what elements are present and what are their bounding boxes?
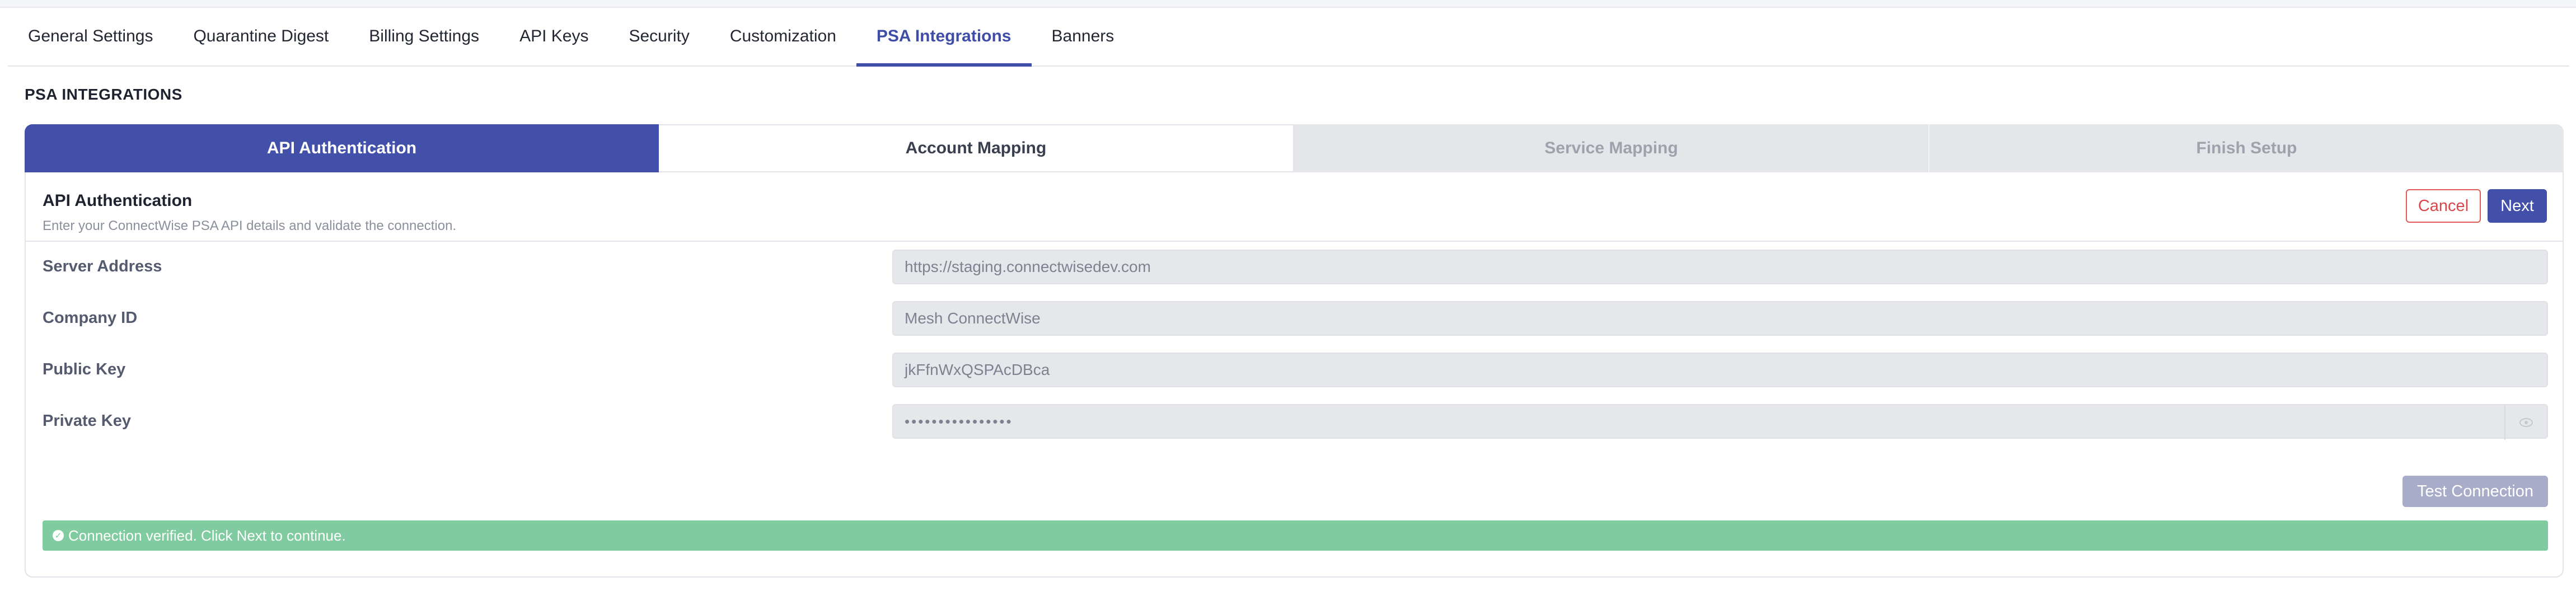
tab-security[interactable]: Security [608, 7, 709, 65]
cancel-button[interactable]: Cancel [2406, 189, 2481, 223]
tab-billing-settings[interactable]: Billing Settings [349, 7, 499, 65]
tab-quarantine-digest[interactable]: Quarantine Digest [173, 7, 349, 65]
step-finish-setup: Finish Setup [1928, 124, 2564, 172]
next-button[interactable]: Next [2488, 189, 2547, 223]
company-id-row: Company ID Mesh ConnectWise [43, 301, 2548, 336]
company-id-label: Company ID [43, 309, 138, 327]
step-account-mapping[interactable]: Account Mapping [659, 124, 1294, 172]
tab-banners[interactable]: Banners [1032, 7, 1135, 65]
status-message: Connection verified. Click Next to conti… [68, 527, 346, 544]
test-connection-button[interactable]: Test Connection [2402, 476, 2548, 507]
psa-integration-panel: API Authentication Account Mapping Servi… [25, 124, 2564, 578]
connection-status-banner: ✓ Connection verified. Click Next to con… [43, 520, 2548, 551]
settings-page: General Settings Quarantine Digest Billi… [0, 0, 2576, 610]
step-api-authentication[interactable]: API Authentication [25, 124, 659, 172]
card-title: API Authentication [43, 191, 193, 210]
private-key-value: •••••••••••••••• [905, 412, 1013, 430]
server-address-row: Server Address https://staging.connectwi… [43, 250, 2548, 284]
server-address-input[interactable]: https://staging.connectwisedev.com [892, 250, 2548, 284]
company-id-input[interactable]: Mesh ConnectWise [892, 301, 2548, 336]
card-subtitle: Enter your ConnectWise PSA API details a… [43, 218, 457, 233]
section-title: PSA INTEGRATIONS [25, 86, 182, 103]
private-key-row: Private Key •••••••••••••••• [43, 404, 2548, 440]
tab-api-keys[interactable]: API Keys [499, 7, 608, 65]
step-service-mapping: Service Mapping [1294, 124, 1928, 172]
settings-tabs: General Settings Quarantine Digest Billi… [8, 7, 2569, 67]
setup-stepper: API Authentication Account Mapping Servi… [25, 124, 2564, 172]
eye-icon[interactable] [2504, 405, 2547, 440]
tab-general-settings[interactable]: General Settings [8, 7, 173, 65]
public-key-label: Public Key [43, 360, 126, 378]
public-key-input[interactable]: jkFfnWxQSPAcDBca [892, 353, 2548, 387]
public-key-row: Public Key jkFfnWxQSPAcDBca [43, 353, 2548, 387]
header-divider [26, 241, 2563, 242]
tab-psa-integrations[interactable]: PSA Integrations [856, 7, 1032, 67]
private-key-input[interactable]: •••••••••••••••• [892, 404, 2548, 440]
private-key-label: Private Key [43, 412, 131, 430]
tab-customization[interactable]: Customization [710, 7, 856, 65]
eye-icon-glyph [2519, 418, 2533, 427]
check-circle-icon: ✓ [53, 530, 64, 541]
server-address-label: Server Address [43, 257, 162, 275]
